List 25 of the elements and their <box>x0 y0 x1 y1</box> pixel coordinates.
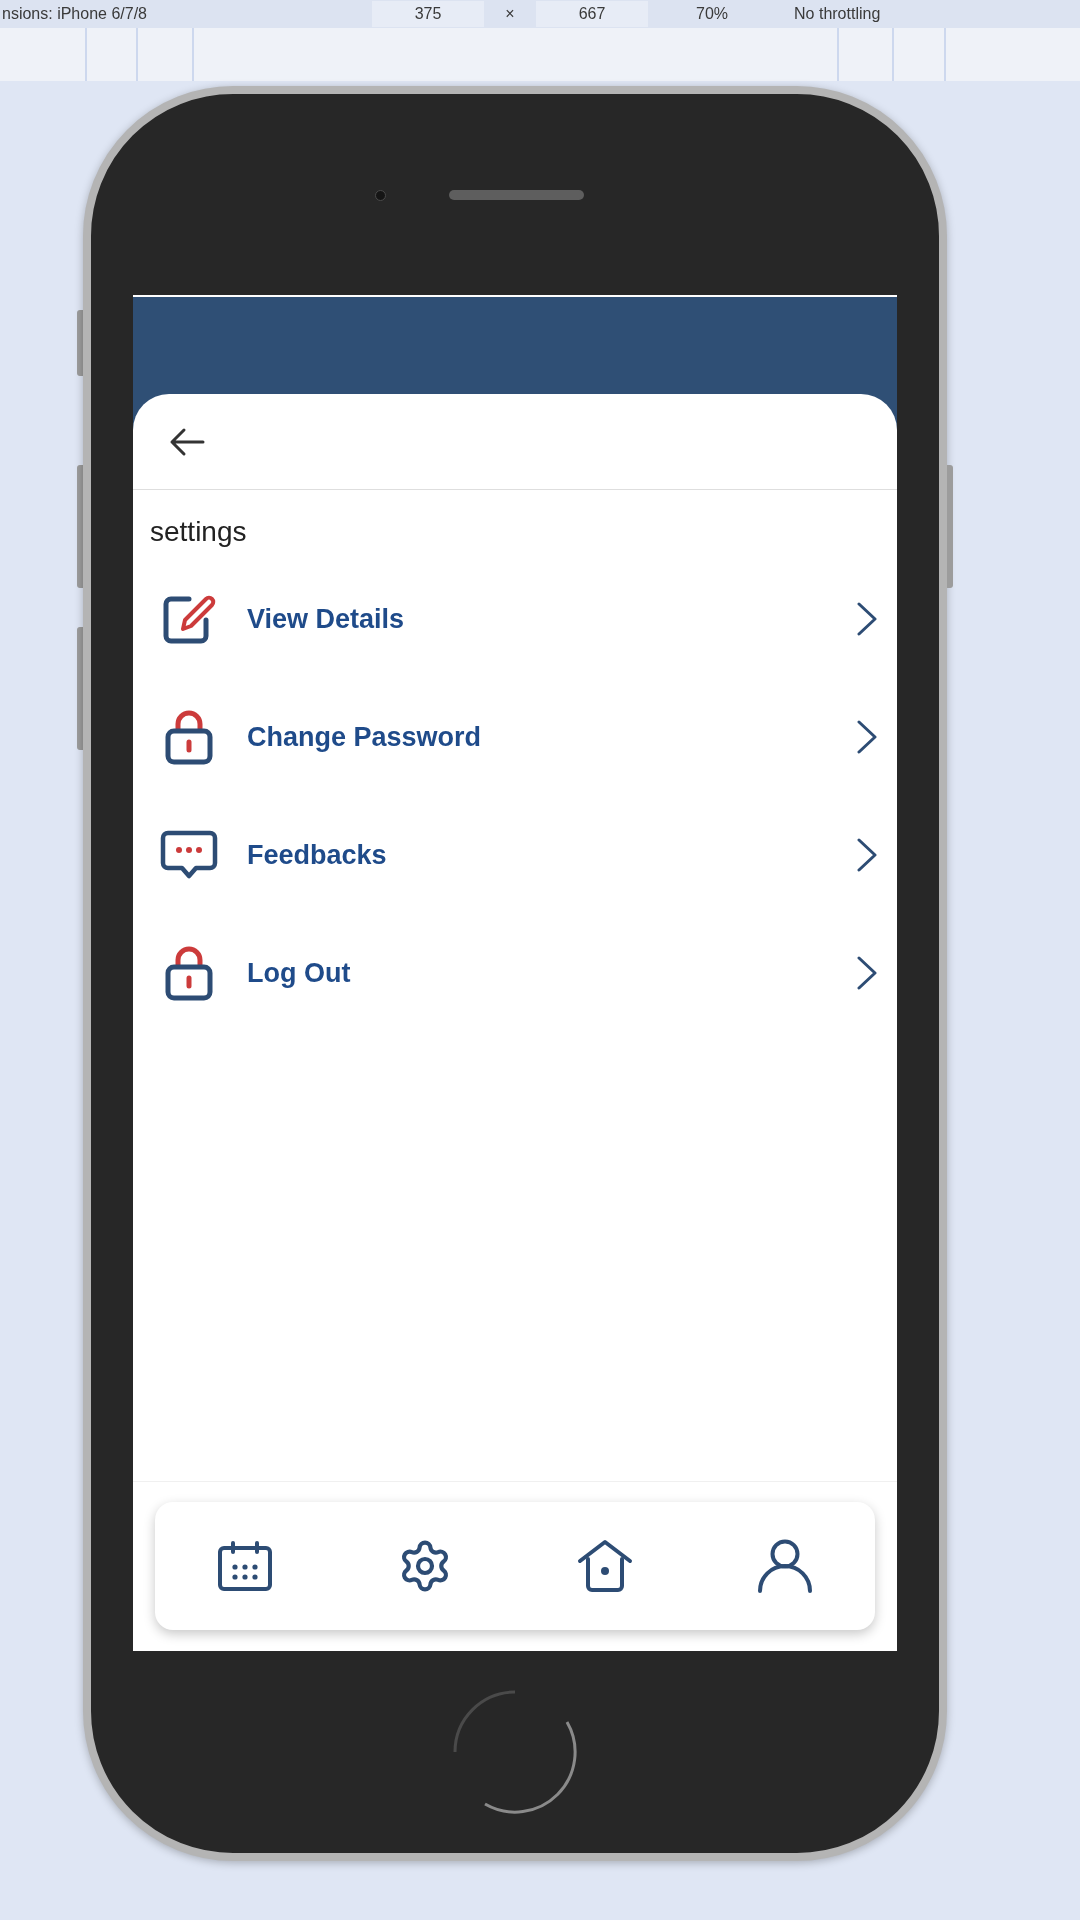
user-icon <box>757 1539 813 1593</box>
front-camera <box>375 190 386 201</box>
times-sign: × <box>504 4 516 24</box>
width-field[interactable]: 375 <box>372 1 484 27</box>
chat-bubble-icon <box>160 830 218 880</box>
throttling-label[interactable]: No throttling <box>794 2 881 26</box>
chevron-right-icon <box>857 956 878 990</box>
menu-item[interactable]: Change Password <box>133 678 897 796</box>
page-title: settings <box>150 515 247 549</box>
zoom-level[interactable]: 70% <box>696 2 729 26</box>
calendar-icon <box>217 1541 273 1591</box>
menu-item[interactable]: View Details <box>133 560 897 678</box>
house-icon <box>577 1539 633 1593</box>
chevron-right-icon <box>857 838 878 872</box>
chevron-right-icon <box>857 602 878 636</box>
home-key-ring-icon <box>453 1690 577 1814</box>
padlock-icon <box>165 709 213 765</box>
menu-item[interactable]: Log Out <box>133 914 897 1032</box>
side-key-bar <box>77 310 83 376</box>
device-label[interactable]: nsions: iPhone 6/7/8 <box>0 2 372 26</box>
chevron-right-icon <box>857 720 878 754</box>
padlock-icon <box>165 945 213 1001</box>
menu-item[interactable]: Feedbacks <box>133 796 897 914</box>
back-arrow-icon <box>169 426 205 457</box>
height-field[interactable]: 667 <box>536 1 648 27</box>
